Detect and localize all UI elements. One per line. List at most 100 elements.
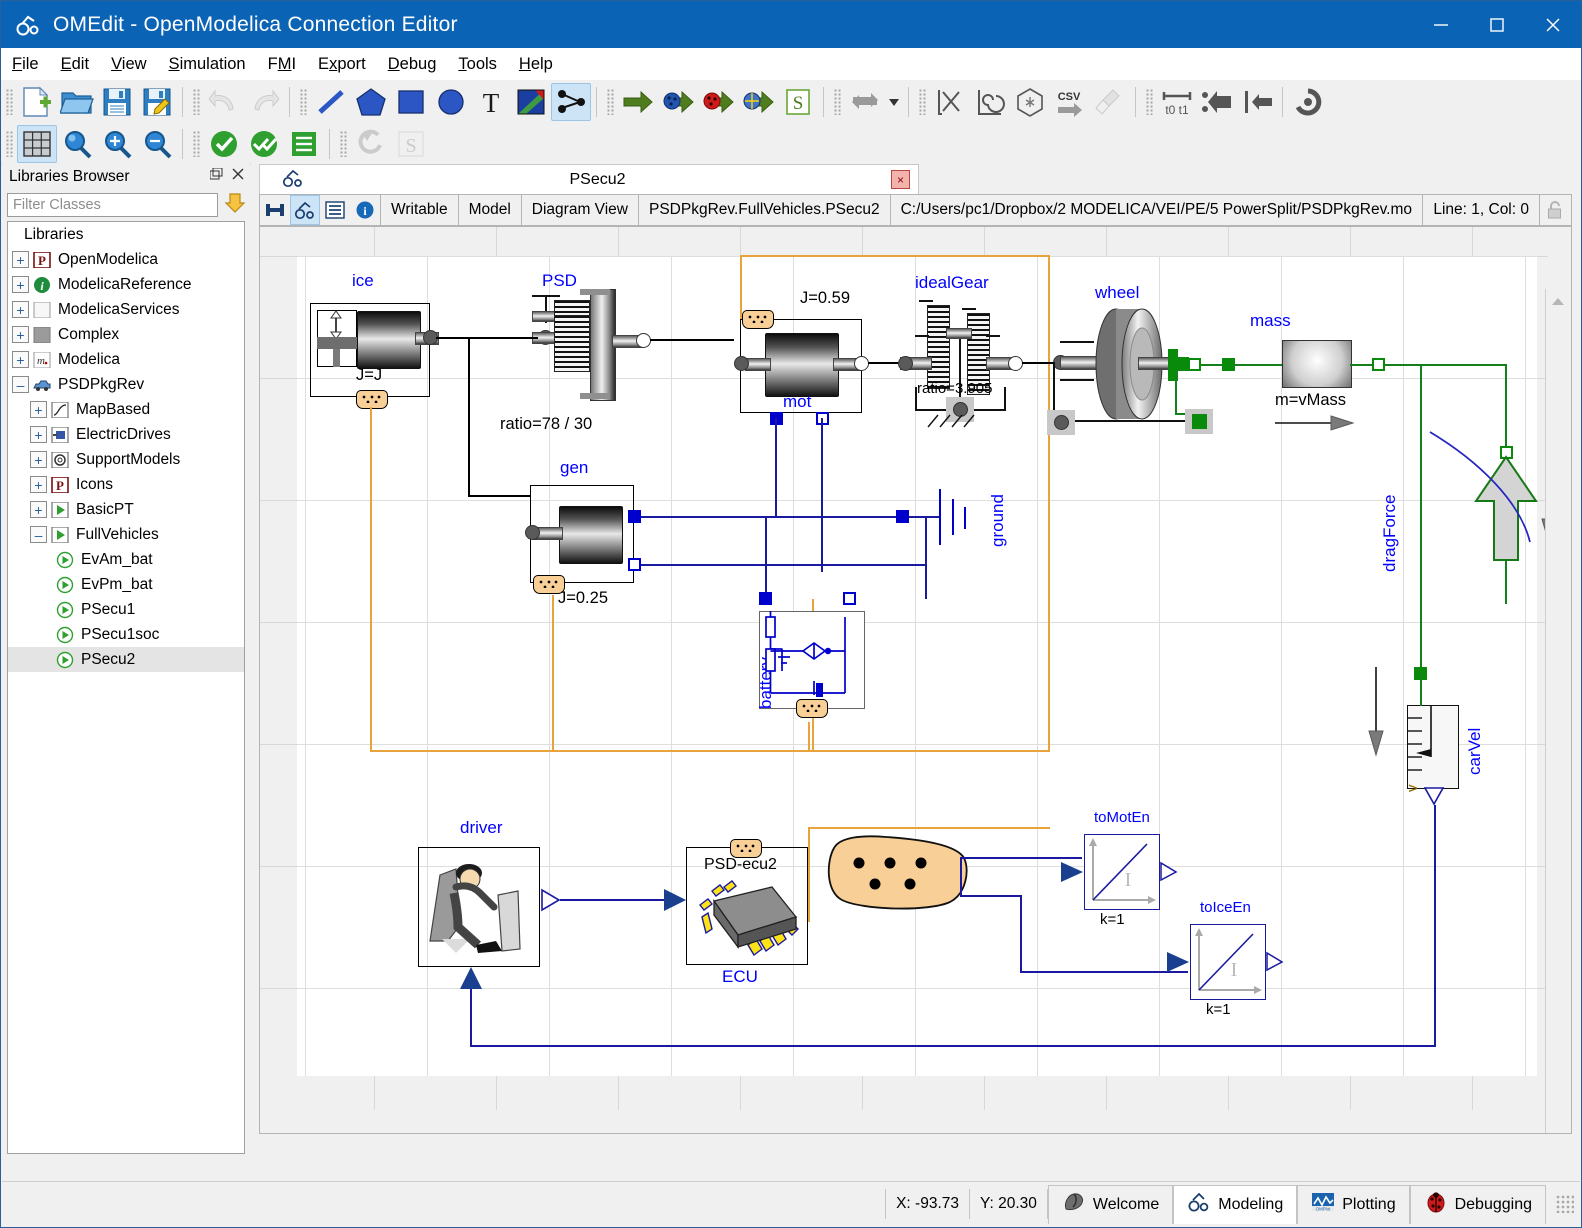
toolbar-handle[interactable] bbox=[919, 89, 927, 115]
icon-view-button[interactable] bbox=[260, 195, 290, 225]
mass-flange-b[interactable] bbox=[1372, 358, 1385, 371]
clear-plot-button[interactable] bbox=[1090, 83, 1130, 121]
toolbar-handle[interactable] bbox=[1146, 89, 1154, 115]
menu-view[interactable]: View bbox=[100, 52, 157, 77]
menu-debug[interactable]: Debug bbox=[377, 52, 448, 77]
menu-edit[interactable]: Edit bbox=[50, 52, 100, 77]
new-modelica-class-button[interactable] bbox=[17, 83, 57, 121]
expander-icon[interactable]: + bbox=[30, 501, 47, 518]
undo-button[interactable] bbox=[204, 83, 244, 121]
rotate-button[interactable] bbox=[1288, 83, 1328, 121]
wheel-translational-connector[interactable] bbox=[1188, 358, 1201, 371]
battery-pin-n[interactable] bbox=[843, 592, 856, 605]
scroll-up-icon[interactable] bbox=[1546, 289, 1571, 314]
documentation-view-button[interactable]: i bbox=[350, 195, 380, 225]
open-model-button[interactable] bbox=[57, 83, 97, 121]
bus-connector[interactable] bbox=[742, 310, 774, 329]
redo-button[interactable] bbox=[244, 83, 284, 121]
close-icon[interactable]: × bbox=[891, 170, 910, 189]
sidebar-item-psecu1soc[interactable]: PSecu1soc bbox=[8, 622, 244, 647]
component-mass[interactable] bbox=[1282, 340, 1352, 388]
toolbar-handle[interactable] bbox=[340, 131, 348, 157]
toolbar-handle[interactable] bbox=[300, 89, 308, 115]
text-view-button[interactable] bbox=[320, 195, 350, 225]
sidebar-item-fullvehicles[interactable]: – FullVehicles bbox=[8, 522, 244, 547]
gen-pin-n[interactable] bbox=[628, 558, 641, 571]
yellow-down-arrow-icon[interactable] bbox=[224, 192, 246, 218]
psd-output-connector[interactable] bbox=[636, 333, 651, 348]
check-all-models-button[interactable] bbox=[244, 125, 284, 163]
save-button[interactable] bbox=[97, 83, 137, 121]
sidebar-item-electricdrives[interactable]: + ElectricDrives bbox=[8, 422, 244, 447]
sidebar-item-icons[interactable]: + P Icons bbox=[8, 472, 244, 497]
line-tool-button[interactable] bbox=[311, 83, 351, 121]
simulate-button[interactable] bbox=[618, 83, 658, 121]
expander-icon[interactable]: – bbox=[30, 526, 47, 543]
fit-to-diagram-button[interactable]: t0 t1 bbox=[1157, 83, 1197, 121]
mdi-tab[interactable]: PSecu2 × bbox=[259, 164, 919, 194]
instantiate-model-button[interactable] bbox=[284, 125, 324, 163]
idealgear-flange-a[interactable] bbox=[898, 356, 913, 371]
expander-icon[interactable]: + bbox=[30, 451, 47, 468]
expander-icon[interactable]: + bbox=[12, 351, 29, 368]
previous-step-button[interactable] bbox=[1197, 83, 1237, 121]
expander-icon[interactable]: + bbox=[30, 476, 47, 493]
save-as-button[interactable] bbox=[137, 83, 177, 121]
sidebar-item-openmodelica[interactable]: + P OpenModelica bbox=[8, 247, 244, 272]
sidebar-item-modelica[interactable]: + m Modelica bbox=[8, 347, 244, 372]
bottom-tab-modeling[interactable]: Modeling bbox=[1173, 1184, 1298, 1224]
menu-file[interactable]: FFileile bbox=[1, 52, 50, 77]
diagram-canvas[interactable]: ice J=J PSD ratio=78 / 30 J=0.59 mot ide… bbox=[259, 226, 1572, 1134]
export-to-omnotebook-button[interactable]: S bbox=[391, 125, 431, 163]
bottom-tab-plotting[interactable]: OMPlot Plotting bbox=[1297, 1184, 1410, 1224]
sidebar-item-evam-bat[interactable]: EvAm_bat bbox=[8, 547, 244, 572]
expander-icon[interactable]: + bbox=[12, 251, 29, 268]
polygon-tool-button[interactable] bbox=[351, 83, 391, 121]
export-figaro-button[interactable] bbox=[351, 125, 391, 163]
connect-mode-button[interactable] bbox=[551, 83, 591, 121]
check-model-button[interactable] bbox=[204, 125, 244, 163]
sidebar-item-evpm-bat[interactable]: EvPm_bat bbox=[8, 572, 244, 597]
zoom-out-button[interactable] bbox=[137, 125, 177, 163]
diagram-window-button[interactable] bbox=[1010, 83, 1050, 121]
simulate-with-animation-button[interactable] bbox=[738, 83, 778, 121]
grid-lines-button[interactable] bbox=[17, 125, 57, 163]
bottom-tab-debugging[interactable]: Debugging bbox=[1409, 1184, 1546, 1224]
close-icon[interactable] bbox=[232, 168, 245, 186]
toolbar-handle[interactable] bbox=[6, 131, 14, 157]
bus-connector[interactable] bbox=[796, 699, 828, 718]
toolbar-handle[interactable] bbox=[607, 89, 615, 115]
maximize-button[interactable] bbox=[1469, 1, 1525, 48]
libraries-tree[interactable]: Libraries + P OpenModelica + i ModelicaR… bbox=[7, 221, 245, 1154]
expander-icon[interactable]: + bbox=[12, 276, 29, 293]
array-parametric-plot-button[interactable] bbox=[970, 83, 1010, 121]
minimize-button[interactable] bbox=[1413, 1, 1469, 48]
menu-fmi[interactable]: FMI bbox=[257, 52, 307, 77]
filter-classes-input[interactable]: Filter Classes bbox=[7, 193, 218, 217]
menu-simulation[interactable]: Simulation bbox=[158, 52, 257, 77]
expander-icon[interactable]: + bbox=[30, 401, 47, 418]
sidebar-item-modelicaservices[interactable]: + ModelicaServices bbox=[8, 297, 244, 322]
idealgear-flange-b[interactable] bbox=[1008, 356, 1023, 371]
gen-pin-p[interactable] bbox=[628, 510, 641, 523]
simulate-with-algorithmic-debugger-button[interactable] bbox=[698, 83, 738, 121]
undock-icon[interactable] bbox=[209, 167, 223, 186]
menu-tools[interactable]: Tools bbox=[447, 52, 508, 77]
mot-flange-b[interactable] bbox=[854, 356, 869, 371]
reset-zoom-button[interactable] bbox=[57, 125, 97, 163]
text-tool-button[interactable]: T bbox=[471, 83, 511, 121]
battery-pin-p[interactable] bbox=[759, 592, 772, 605]
bitmap-tool-button[interactable] bbox=[511, 83, 551, 121]
close-button[interactable] bbox=[1525, 1, 1581, 48]
toolbar-handle[interactable] bbox=[834, 89, 842, 115]
bus-blob-connector[interactable] bbox=[820, 832, 972, 912]
mot-flange-a[interactable] bbox=[734, 356, 749, 371]
sidebar-item-modelicareference[interactable]: + i ModelicaReference bbox=[8, 272, 244, 297]
toolbar-handle[interactable] bbox=[6, 89, 14, 115]
simulation-setup-button[interactable]: S bbox=[778, 83, 818, 121]
bus-connector[interactable] bbox=[356, 390, 388, 409]
sidebar-item-mapbased[interactable]: + MapBased bbox=[8, 397, 244, 422]
toolbar-handle[interactable] bbox=[193, 131, 201, 157]
wheel-road-connector[interactable] bbox=[1185, 409, 1213, 434]
rectangle-tool-button[interactable] bbox=[391, 83, 431, 121]
